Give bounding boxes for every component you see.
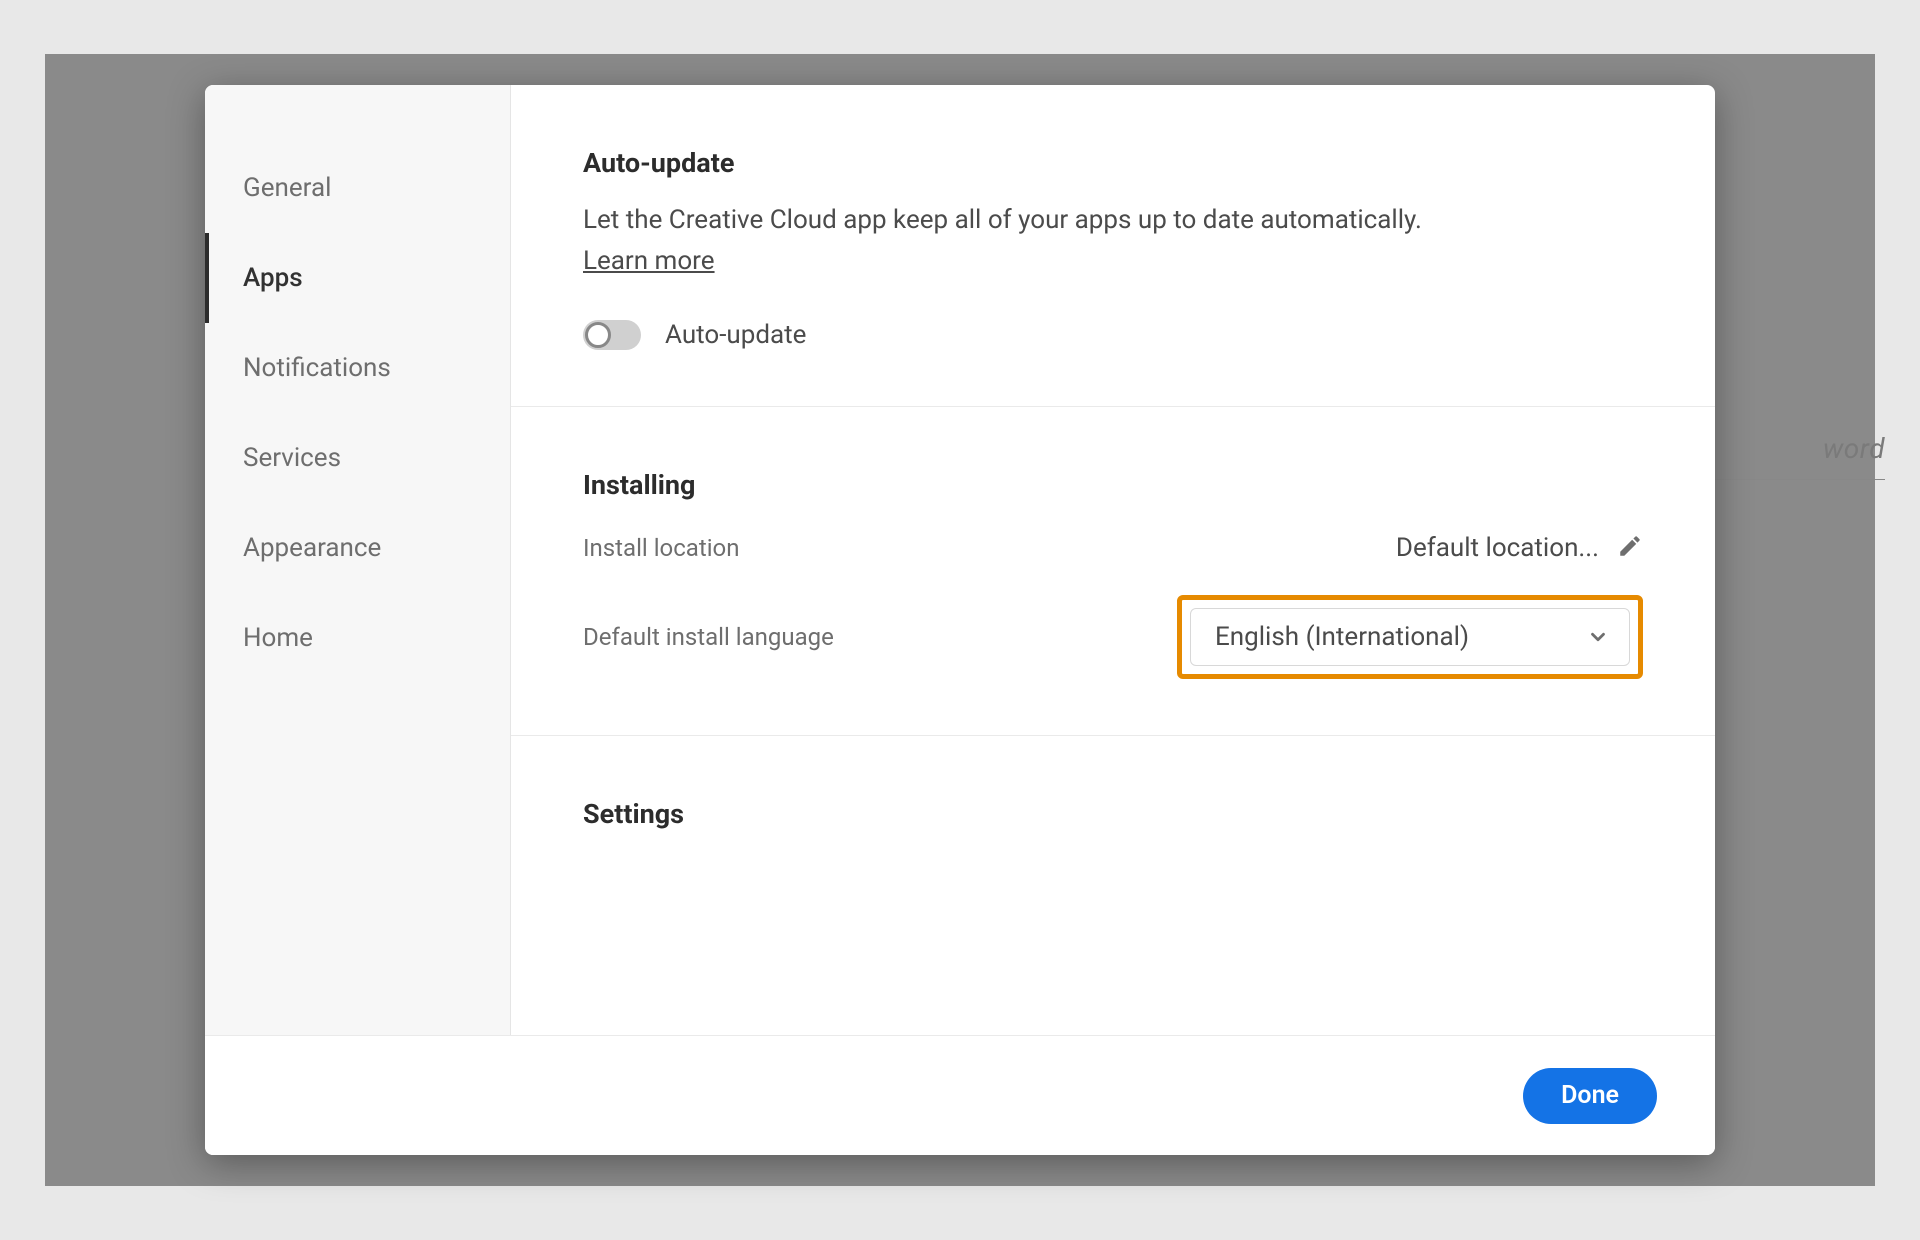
toggle-knob	[585, 322, 611, 348]
page-backdrop: word General Apps Notifications Services…	[45, 54, 1875, 1186]
auto-update-toggle-row: Auto-update	[583, 320, 1643, 350]
sidebar-item-apps[interactable]: Apps	[205, 233, 510, 323]
install-language-label: Default install language	[583, 623, 834, 651]
content-wrap: Auto-update Let the Creative Cloud app k…	[511, 85, 1715, 1035]
install-language-row: Default install language English (Intern…	[583, 595, 1643, 679]
install-location-row: Install location Default location...	[583, 533, 1643, 563]
section-auto-update: Auto-update Let the Creative Cloud app k…	[511, 85, 1715, 407]
sidebar-item-notifications[interactable]: Notifications	[205, 323, 510, 413]
modal-body: General Apps Notifications Services Appe…	[205, 85, 1715, 1035]
sidebar-item-label: Appearance	[243, 533, 381, 563]
content-scroll[interactable]: Auto-update Let the Creative Cloud app k…	[511, 85, 1715, 1035]
installing-title: Installing	[583, 469, 1643, 501]
pencil-icon	[1617, 533, 1643, 559]
section-settings: Settings	[511, 736, 1715, 1035]
auto-update-toggle-label: Auto-update	[665, 320, 806, 350]
sidebar-item-appearance[interactable]: Appearance	[205, 503, 510, 593]
install-location-value: Default location...	[1396, 533, 1599, 563]
install-language-select[interactable]: English (International)	[1190, 608, 1630, 666]
sidebar-item-label: Home	[243, 623, 313, 653]
language-highlight: English (International)	[1177, 595, 1643, 679]
auto-update-title: Auto-update	[583, 147, 1643, 179]
install-language-value: English (International)	[1215, 622, 1469, 652]
sidebar-item-label: General	[243, 173, 331, 203]
learn-more-link[interactable]: Learn more	[583, 246, 715, 276]
preferences-modal: General Apps Notifications Services Appe…	[205, 85, 1715, 1155]
sidebar-item-label: Services	[243, 443, 341, 473]
preferences-sidebar: General Apps Notifications Services Appe…	[205, 85, 511, 1035]
scroll-spacer	[583, 852, 1643, 1035]
edit-location-button[interactable]	[1617, 533, 1643, 563]
background-text-fragment: word	[1823, 432, 1885, 465]
settings-title: Settings	[583, 798, 1643, 830]
done-button[interactable]: Done	[1523, 1068, 1657, 1124]
auto-update-description: Let the Creative Cloud app keep all of y…	[583, 201, 1643, 240]
section-installing: Installing Install location Default loca…	[511, 407, 1715, 736]
sidebar-item-label: Notifications	[243, 353, 391, 383]
install-location-value-wrap: Default location...	[1396, 533, 1643, 563]
chevron-down-icon	[1587, 626, 1609, 648]
auto-update-toggle[interactable]	[583, 320, 641, 350]
install-location-label: Install location	[583, 534, 739, 562]
sidebar-item-label: Apps	[243, 263, 303, 293]
modal-footer: Done	[205, 1035, 1715, 1155]
sidebar-item-general[interactable]: General	[205, 143, 510, 233]
sidebar-item-services[interactable]: Services	[205, 413, 510, 503]
sidebar-item-home[interactable]: Home	[205, 593, 510, 683]
